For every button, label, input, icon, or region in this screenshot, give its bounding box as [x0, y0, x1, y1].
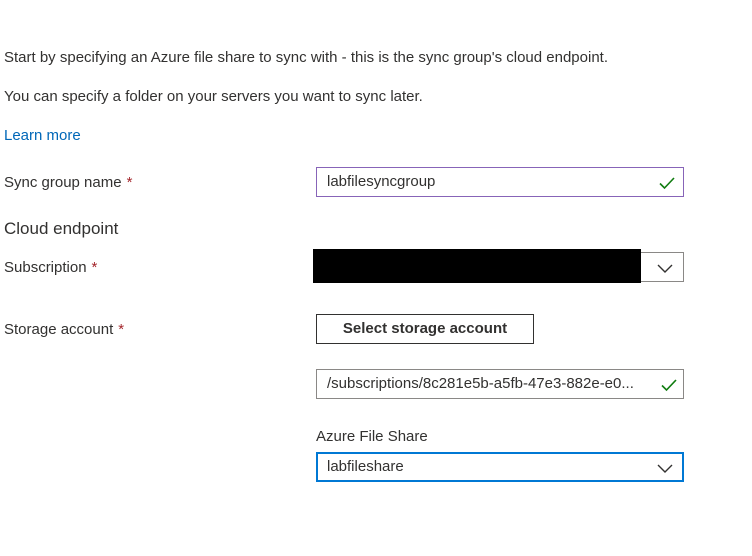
sync-group-name-input[interactable]: labfilesyncgroup [316, 167, 684, 197]
valid-check-icon [659, 177, 675, 190]
valid-check-icon [661, 379, 677, 392]
subscription-label-text: Subscription [4, 259, 87, 276]
storage-account-label: Storage account * [4, 320, 124, 340]
sync-group-name-label-text: Sync group name [4, 174, 122, 191]
select-storage-account-button[interactable]: Select storage account [316, 314, 534, 344]
required-marker: * [118, 321, 125, 338]
chevron-down-icon [657, 264, 673, 273]
intro-text-line2: You can specify a folder on your servers… [4, 88, 423, 105]
storage-account-label-text: Storage account [4, 321, 114, 338]
required-marker: * [91, 259, 98, 276]
sync-group-name-label: Sync group name * [4, 173, 132, 193]
sync-group-name-value: labfilesyncgroup [327, 173, 436, 190]
cloud-endpoint-heading: Cloud endpoint [4, 219, 119, 238]
redacted-subscription-value [313, 249, 641, 283]
subscription-label: Subscription * [4, 258, 97, 278]
intro-text-line1: Start by specifying an Azure file share … [4, 49, 609, 66]
required-marker: * [126, 174, 133, 191]
storage-account-value: /subscriptions/8c281e5b-a5fb-47e3-882e-e… [327, 375, 634, 392]
storage-account-input[interactable]: /subscriptions/8c281e5b-a5fb-47e3-882e-e… [316, 369, 684, 399]
chevron-down-icon [657, 464, 673, 473]
azure-file-share-dropdown[interactable]: labfileshare [316, 452, 684, 482]
azure-file-share-value: labfileshare [327, 458, 404, 475]
learn-more-link[interactable]: Learn more [4, 126, 81, 146]
azure-file-share-label: Azure File Share [316, 428, 428, 445]
